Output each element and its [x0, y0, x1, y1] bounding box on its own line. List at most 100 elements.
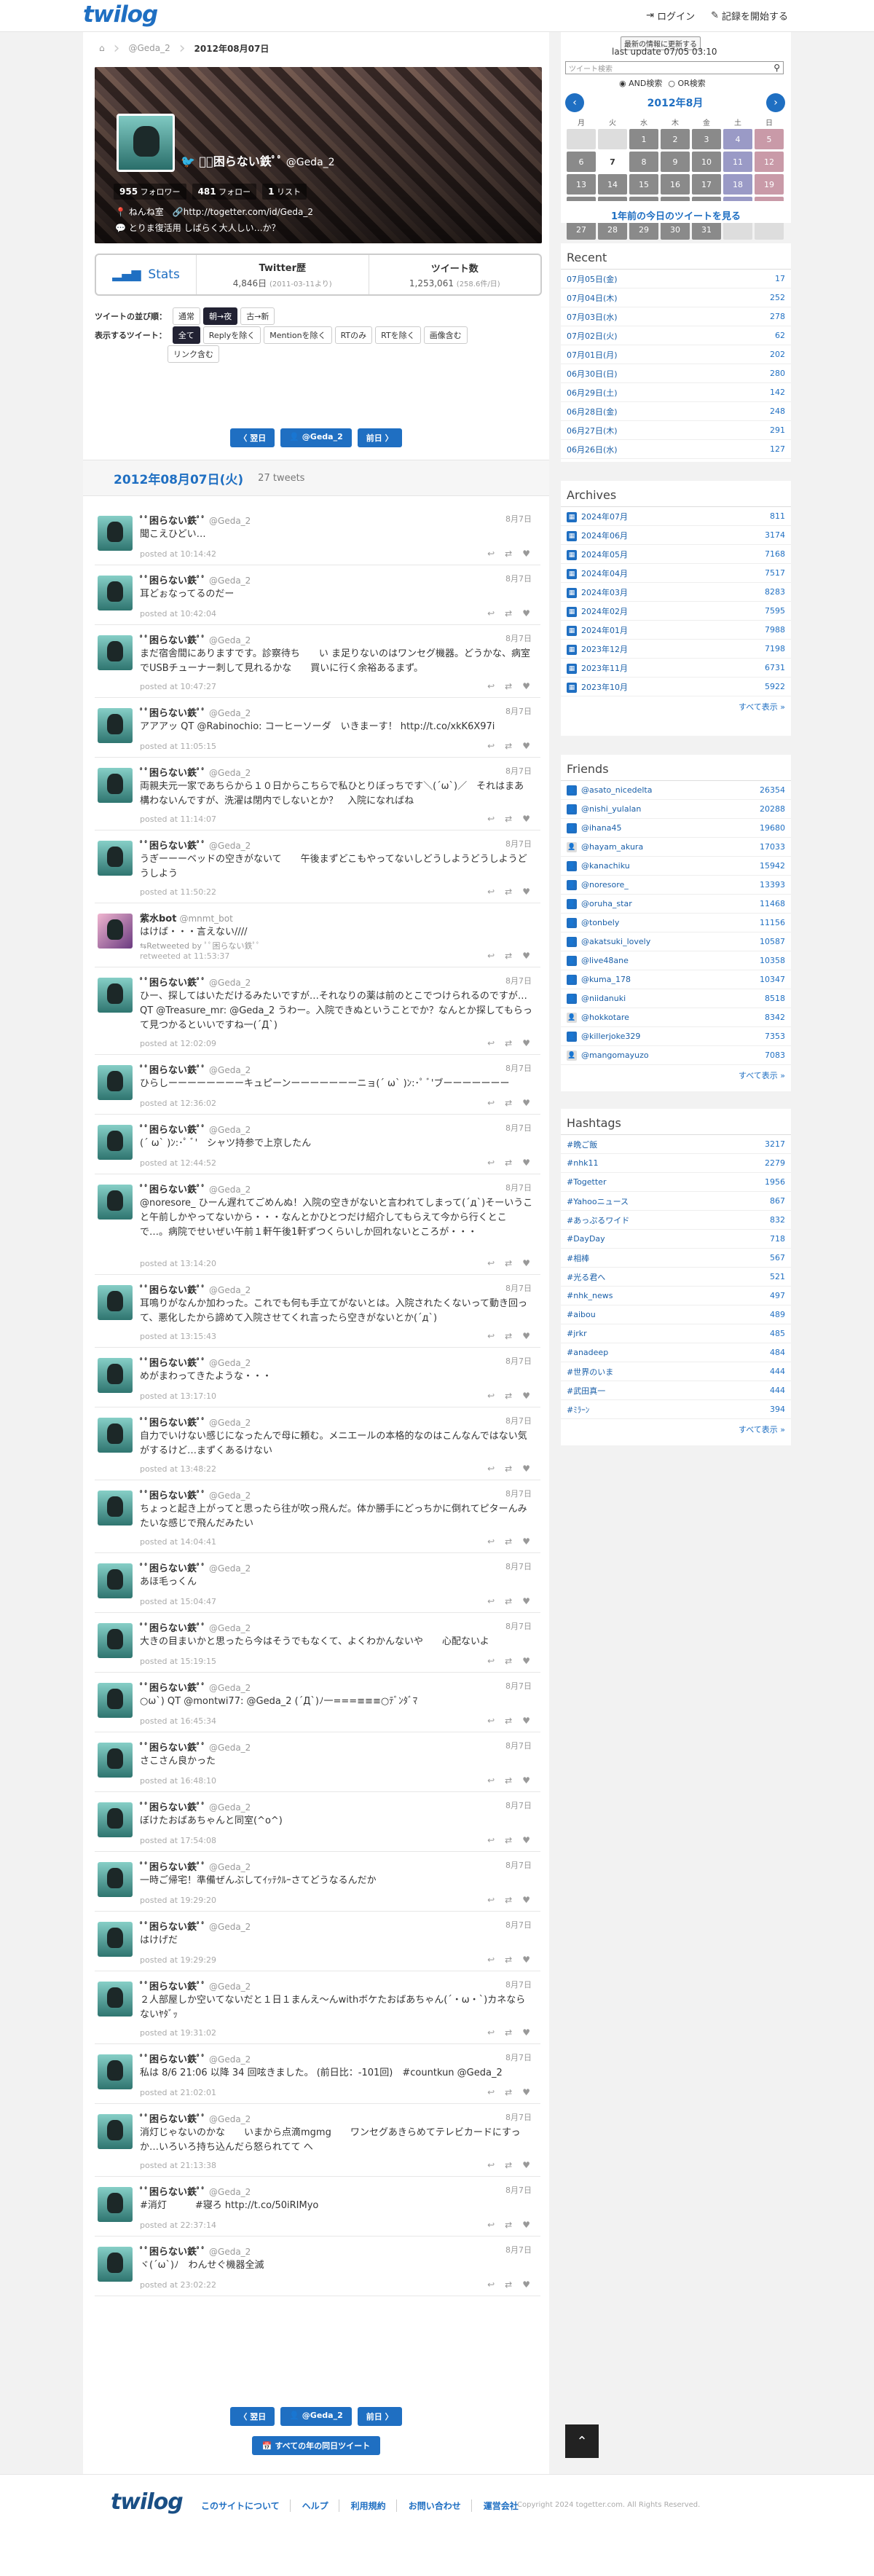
archive-link[interactable]: 2024年03月: [581, 588, 628, 597]
like-icon[interactable]: ♥: [522, 1098, 530, 1108]
recent-item[interactable]: 06月28日(金) 248: [561, 402, 791, 421]
tweet-date[interactable]: 8月7日: [505, 1282, 532, 1294]
hashtag-item[interactable]: #jrkr 485: [561, 1324, 791, 1343]
archives-show-all[interactable]: すべて表示 »: [561, 696, 791, 717]
footer-link-help[interactable]: ヘルプ: [302, 2500, 339, 2512]
like-icon[interactable]: ♥: [522, 1716, 530, 1726]
reply-icon[interactable]: ↩: [487, 1331, 495, 1341]
day-date[interactable]: 2012年08月07日(火): [114, 469, 243, 487]
tweet-date[interactable]: 8月7日: [505, 1122, 532, 1134]
hashtag-item[interactable]: #DayDay 718: [561, 1230, 791, 1249]
reply-icon[interactable]: ↩: [487, 1656, 495, 1666]
avatar[interactable]: [98, 1982, 133, 2017]
archive-item[interactable]: ▦ 2024年02月 7595: [561, 602, 791, 621]
retweet-icon[interactable]: ⇄: [505, 741, 512, 751]
reply-icon[interactable]: ↩: [487, 2220, 495, 2230]
retweet-icon[interactable]: ⇄: [505, 2087, 512, 2097]
recent-link[interactable]: 07月04日(木): [567, 294, 618, 303]
tweet-author[interactable]: ﾟﾟ困らない鉄ﾟﾟ @Geda_2: [140, 2244, 251, 2258]
like-icon[interactable]: ♥: [522, 814, 530, 824]
avatar[interactable]: [98, 978, 133, 1013]
friend-link[interactable]: @oruha_star: [581, 899, 632, 908]
friend-link[interactable]: @tonbely: [581, 918, 619, 927]
hashtag-link[interactable]: #晩ご飯: [567, 1140, 597, 1150]
tweet-handle[interactable]: @Geda_2: [209, 1802, 251, 1813]
friend-item[interactable]: 👤 @oruha_star 11468: [561, 895, 791, 914]
calendar-day[interactable]: 17: [692, 174, 721, 195]
avatar[interactable]: [98, 2054, 133, 2089]
reply-icon[interactable]: ↩: [487, 1464, 495, 1474]
friend-link[interactable]: @akatsuki_lovely: [581, 937, 650, 946]
calendar-day[interactable]: 9: [661, 152, 690, 172]
hashtag-link[interactable]: #anadeep: [567, 1348, 608, 1357]
archive-item[interactable]: ▦ 2024年07月 811: [561, 507, 791, 526]
like-icon[interactable]: ♥: [522, 681, 530, 691]
avatar[interactable]: [98, 2247, 133, 2282]
friend-item[interactable]: 👤 @hayam_akura 17033: [561, 838, 791, 857]
friend-link[interactable]: @hokkotare: [581, 1013, 629, 1022]
show-all[interactable]: 全て: [172, 326, 200, 344]
like-icon[interactable]: ♥: [522, 741, 530, 751]
hashtag-link[interactable]: #相棒: [567, 1254, 589, 1263]
tweet-author[interactable]: ﾟﾟ困らない鉄ﾟﾟ @Geda_2: [140, 1560, 251, 1574]
recent-item[interactable]: 07月01日(月) 202: [561, 345, 791, 364]
like-icon[interactable]: ♥: [522, 1955, 530, 1965]
tweet-posted-time[interactable]: posted at 13:15:43: [140, 1332, 216, 1341]
hashtag-item[interactable]: #Togetter 1956: [561, 1173, 791, 1192]
tweet-handle[interactable]: @Geda_2: [209, 841, 251, 851]
prev-month-icon[interactable]: ‹: [565, 93, 584, 112]
tweet-author[interactable]: ﾟﾟ困らない鉄ﾟﾟ @Geda_2: [140, 513, 251, 527]
retweet-icon[interactable]: ⇄: [505, 1464, 512, 1474]
avatar[interactable]: [98, 635, 133, 670]
next-month-icon[interactable]: ›: [766, 93, 785, 112]
friend-link[interactable]: @niidanuki: [581, 994, 626, 1003]
recent-link[interactable]: 07月05日(金): [567, 275, 618, 284]
tweet-handle[interactable]: @Geda_2: [209, 2114, 251, 2124]
friend-item[interactable]: 👤 @live48ane 10358: [561, 951, 791, 970]
tweet-posted-time[interactable]: posted at 12:36:02: [140, 1099, 216, 1108]
friend-link[interactable]: @nishi_yulalan: [581, 804, 641, 814]
tweet-handle[interactable]: @Geda_2: [209, 708, 251, 718]
login-link[interactable]: ⇥ ログイン: [646, 9, 695, 23]
avatar[interactable]: [98, 1125, 133, 1160]
reply-icon[interactable]: ↩: [487, 741, 495, 751]
like-icon[interactable]: ♥: [522, 2027, 530, 2038]
calendar-day[interactable]: 10: [692, 152, 721, 172]
tweet-handle[interactable]: @Geda_2: [209, 576, 251, 586]
tweet-handle[interactable]: @Geda_2: [209, 1418, 251, 1428]
tweet-posted-time[interactable]: posted at 11:14:07: [140, 814, 216, 824]
tweet-posted-time[interactable]: retweeted at 11:53:37: [140, 951, 229, 961]
tweet-date[interactable]: 8月7日: [505, 1620, 532, 1632]
hashtag-link[interactable]: #nhk_news: [567, 1291, 613, 1300]
tweet-date[interactable]: 8月7日: [505, 1919, 532, 1931]
reply-icon[interactable]: ↩: [487, 608, 495, 619]
friend-item[interactable]: 👤 @nishi_yulalan 20288: [561, 800, 791, 819]
tweet-posted-time[interactable]: posted at 12:02:09: [140, 1039, 216, 1048]
friend-link[interactable]: @asato_nicedelta: [581, 785, 652, 795]
show-rt-only[interactable]: RTのみ: [334, 326, 373, 344]
recent-link[interactable]: 06月27日(木): [567, 426, 618, 436]
prev-day-button[interactable]: 前日 〉: [357, 2407, 402, 2426]
tweet-posted-time[interactable]: posted at 12:44:52: [140, 1158, 216, 1168]
reply-icon[interactable]: ↩: [487, 2279, 495, 2290]
recent-link[interactable]: 07月01日(月): [567, 350, 618, 360]
tweet-date[interactable]: 8月7日: [505, 1740, 532, 1751]
tweet-posted-time[interactable]: posted at 19:31:02: [140, 2028, 216, 2038]
reply-icon[interactable]: ↩: [487, 1391, 495, 1401]
retweet-icon[interactable]: ⇄: [505, 1656, 512, 1666]
tweet-date[interactable]: 8月7日: [505, 1415, 532, 1426]
stats-button[interactable]: ▂▄▆ Stats: [96, 255, 197, 294]
archive-item[interactable]: ▦ 2024年06月 3174: [561, 526, 791, 545]
show-no-reply[interactable]: Replyを除く: [202, 326, 261, 344]
like-icon[interactable]: ♥: [522, 608, 530, 619]
tweet-posted-time[interactable]: posted at 19:29:20: [140, 1896, 216, 1905]
tweet-author[interactable]: ﾟﾟ困らない鉄ﾟﾟ @Geda_2: [140, 975, 251, 989]
avatar[interactable]: [98, 1862, 133, 1897]
footer-link-about[interactable]: このサイトについて: [201, 2500, 291, 2512]
hashtag-item[interactable]: #ﾐﾗｰﾝ 394: [561, 1400, 791, 1419]
retweet-icon[interactable]: ⇄: [505, 1895, 512, 1905]
friend-item[interactable]: 👤 @kanachiku 15942: [561, 857, 791, 876]
avatar[interactable]: [98, 768, 133, 803]
calendar-day[interactable]: 7: [598, 152, 627, 172]
calendar-day[interactable]: 1: [629, 129, 658, 149]
